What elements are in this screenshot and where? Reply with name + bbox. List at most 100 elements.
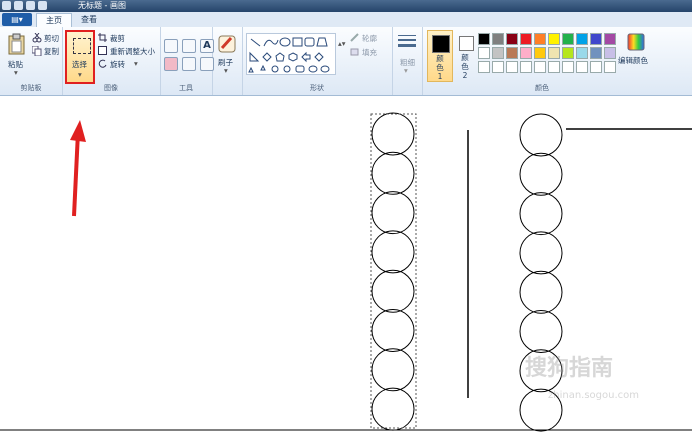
image-group: 选择 ▾ 裁剪 重新调整大小 旋转 ▾ 图像 — [62, 27, 161, 95]
color-swatch-0-9[interactable] — [604, 33, 616, 45]
color-swatch-0-3[interactable] — [520, 33, 532, 45]
clipboard-group: 粘贴 ▾ 剪切 复制 剪贴板 — [0, 27, 63, 95]
line-width-icon[interactable] — [397, 33, 417, 51]
ribbon-tab-row: ▤▾ 主页 查看 — [0, 12, 692, 28]
left-circle-3 — [371, 191, 415, 235]
fill-icon[interactable] — [350, 47, 359, 56]
outline-icon[interactable] — [350, 33, 359, 42]
rotate-button[interactable]: 旋转 — [110, 59, 125, 70]
right-circle-1 — [519, 113, 563, 157]
color-swatch-0-4[interactable] — [534, 33, 546, 45]
left-circle-6 — [371, 309, 415, 352]
select-icon — [73, 38, 91, 54]
color-swatch-2-6[interactable] — [562, 61, 574, 73]
redo-icon[interactable] — [38, 1, 47, 10]
color-swatch-1-9[interactable] — [604, 47, 616, 59]
color-swatch-1-2[interactable] — [506, 47, 518, 59]
right-circle-5 — [519, 270, 563, 314]
pencil-icon[interactable] — [164, 39, 178, 53]
color-swatch-1-5[interactable] — [548, 47, 560, 59]
paste-icon[interactable] — [8, 33, 26, 55]
drawing-canvas[interactable]: 搜狗指南 zhinan.sogou.com — [0, 98, 692, 433]
resize-icon[interactable] — [98, 46, 107, 55]
edit-colors-button[interactable]: 编辑颜色 — [618, 55, 648, 66]
brushes-group: 刷子 ▾ — [212, 27, 243, 95]
color-swatch-2-1[interactable] — [492, 61, 504, 73]
fill-bucket-icon[interactable] — [182, 39, 196, 53]
paint-app-icon[interactable] — [2, 1, 11, 10]
red-arrow-head — [70, 120, 86, 142]
clipboard-group-label: 剪贴板 — [20, 84, 42, 92]
shapes-group-label: 形状 — [310, 84, 324, 92]
colors-group: 颜色 1 颜色 2 编辑颜色 颜色 — [422, 27, 662, 95]
crop-icon[interactable] — [98, 33, 107, 42]
left-circle-1 — [371, 112, 415, 156]
color-palette[interactable] — [478, 33, 616, 73]
resize-button[interactable]: 重新调整大小 — [110, 46, 155, 57]
color-swatch-0-8[interactable] — [590, 33, 602, 45]
selection-rectangle — [370, 113, 417, 429]
color-picker-icon[interactable] — [182, 57, 196, 71]
cut-button[interactable]: 剪切 — [44, 33, 59, 44]
color-swatch-1-3[interactable] — [520, 47, 532, 59]
color-swatch-2-2[interactable] — [506, 61, 518, 73]
outline-button[interactable]: 轮廓 — [362, 33, 377, 44]
color-swatch-1-1[interactable] — [492, 47, 504, 59]
color1-button[interactable]: 颜色 1 — [427, 30, 453, 82]
color-swatch-0-7[interactable] — [576, 33, 588, 45]
scissors-icon[interactable] — [32, 33, 42, 43]
color-swatch-2-7[interactable] — [576, 61, 588, 73]
right-circle-2 — [519, 152, 563, 196]
circle-column-right — [519, 113, 563, 432]
left-circle-8 — [371, 387, 415, 431]
tab-view[interactable]: 查看 — [74, 13, 104, 27]
color-swatch-1-7[interactable] — [576, 47, 588, 59]
color-swatch-1-6[interactable] — [562, 47, 574, 59]
color-swatch-0-1[interactable] — [492, 33, 504, 45]
color-swatch-2-4[interactable] — [534, 61, 546, 73]
watermark-logo: 搜狗指南 — [525, 356, 614, 381]
shapes-gallery[interactable] — [246, 33, 336, 75]
tools-group: A 工具 — [160, 27, 214, 95]
color-swatch-0-6[interactable] — [562, 33, 574, 45]
rotate-icon[interactable] — [98, 59, 107, 68]
select-button[interactable]: 选择 ▾ — [65, 30, 95, 84]
color-swatch-2-3[interactable] — [520, 61, 532, 73]
quick-access-toolbar[interactable] — [2, 1, 47, 10]
color-swatch-1-4[interactable] — [534, 47, 546, 59]
tools-group-label: 工具 — [179, 84, 193, 92]
eraser-icon[interactable] — [164, 57, 178, 71]
save-icon[interactable] — [14, 1, 23, 10]
color-swatch-0-2[interactable] — [506, 33, 518, 45]
rotate-dropdown-icon[interactable]: ▾ — [134, 59, 138, 68]
brushes-dropdown-icon[interactable]: ▾ — [224, 66, 228, 75]
color-swatch-0-5[interactable] — [548, 33, 560, 45]
color-swatch-1-0[interactable] — [478, 47, 490, 59]
color2-button[interactable]: 颜色 2 — [455, 30, 477, 82]
crop-button[interactable]: 裁剪 — [110, 33, 125, 44]
undo-icon[interactable] — [26, 1, 35, 10]
color-swatch-0-0[interactable] — [478, 33, 490, 45]
ribbon: 粘贴 ▾ 剪切 复制 剪贴板 选择 ▾ 裁剪 重新调整大小 旋转 ▾ 图像 A … — [0, 27, 692, 96]
circle-column-left — [371, 112, 415, 431]
fill-button[interactable]: 填充 — [362, 47, 377, 58]
color-swatch-2-9[interactable] — [604, 61, 616, 73]
color-swatch-2-0[interactable] — [478, 61, 490, 73]
color-swatch-2-5[interactable] — [548, 61, 560, 73]
color-swatch-2-8[interactable] — [590, 61, 602, 73]
left-circle-7 — [371, 348, 415, 392]
paste-dropdown[interactable]: ▾ — [14, 68, 18, 77]
color-swatch-1-8[interactable] — [590, 47, 602, 59]
copy-button[interactable]: 复制 — [44, 46, 59, 57]
tab-home[interactable]: 主页 — [36, 13, 72, 28]
edit-colors-icon[interactable] — [627, 33, 645, 51]
shapes-scroll-arrows[interactable]: ▴▾ — [338, 39, 346, 48]
left-circle-2 — [371, 151, 415, 195]
size-dropdown-icon[interactable]: ▾ — [404, 66, 408, 75]
right-circle-6 — [519, 310, 563, 353]
brush-icon[interactable] — [217, 32, 237, 54]
color2-label: 颜色 2 — [461, 53, 469, 80]
copy-icon[interactable] — [32, 46, 42, 56]
left-circle-4 — [371, 230, 415, 274]
file-menu-button[interactable]: ▤▾ — [2, 13, 32, 26]
